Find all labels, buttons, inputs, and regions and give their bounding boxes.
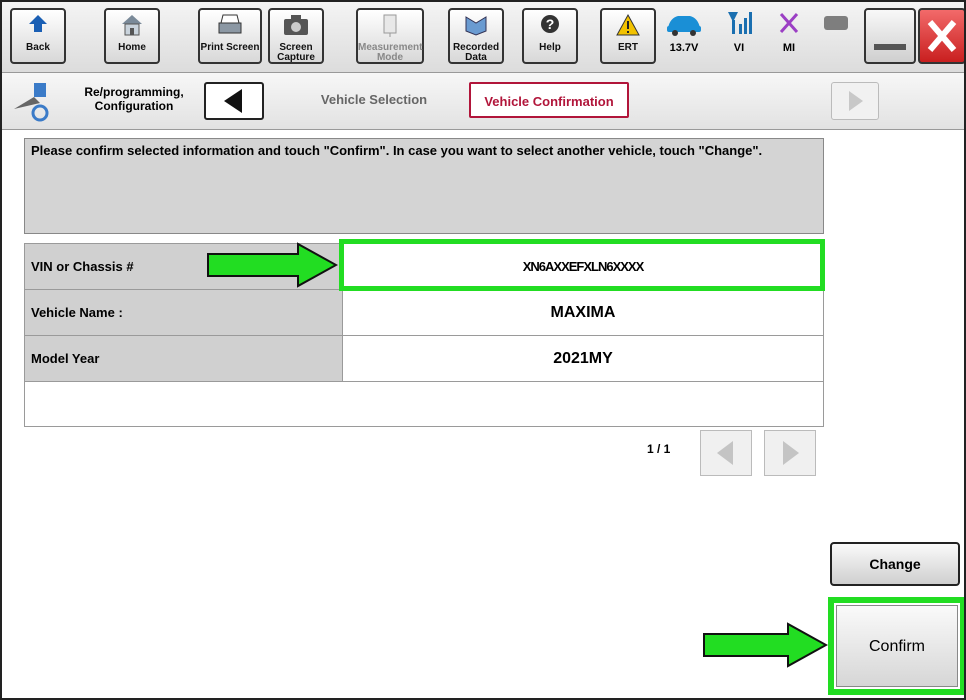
help-label: Help [539,42,561,53]
toolbar: Back Home Print Screen Screen Capture Me… [2,2,964,73]
app-window: Back Home Print Screen Screen Capture Me… [0,0,966,700]
mi-label: MI [782,42,796,54]
signal-icon [724,8,754,42]
vi-status: VI [724,8,754,54]
connection-status [822,8,852,42]
back-button[interactable]: Back [10,8,66,64]
page-prev-button [700,430,752,476]
camera-icon [270,13,322,43]
nav-forward-button [831,82,879,120]
print-screen-button[interactable]: Print Screen [198,8,262,64]
voltage-value: 13.7V [669,42,699,54]
car-icon [662,8,706,42]
recorded-data-label: Recorded Data [452,42,500,63]
recorded-data-icon [450,13,502,43]
battery-status: 13.7V [662,8,706,54]
nav-back-button[interactable] [204,82,264,120]
print-screen-label: Print Screen [200,42,260,53]
vi-label: VI [733,42,745,54]
triangle-left-icon [224,89,242,113]
page-indicator: 1 / 1 [647,442,671,456]
triangle-right-icon [849,91,863,111]
triangle-right-icon [783,441,799,465]
mi-status: MI [774,8,804,54]
home-icon [106,13,158,43]
triangle-left-icon [717,441,733,465]
instruction-message: Please confirm selected information and … [24,138,824,234]
vehicle-name-value: MAXIMA [343,290,823,335]
back-arrow-icon [12,13,64,43]
page-next-button [764,430,816,476]
table-row-empty [24,381,824,427]
minimize-button[interactable] [864,8,916,64]
confirm-button[interactable]: Confirm [836,605,958,687]
close-button[interactable] [918,8,964,64]
screen-capture-label: Screen Capture [277,42,315,63]
confirm-highlight-box: Confirm [828,597,964,695]
vehicle-name-label: Vehicle Name : [25,290,343,335]
vin-highlight-box [339,239,825,291]
status-indicators: 13.7V VI MI [642,8,862,64]
recorded-data-button[interactable]: Recorded Data [448,8,504,64]
breadcrumb: Re/programming, Configuration Vehicle Se… [2,73,964,130]
table-row: Model Year 2021MY [24,335,824,381]
breadcrumb-title: Re/programming, Configuration [84,85,184,113]
help-button[interactable]: ? Help [522,8,578,64]
printer-icon [200,13,260,43]
home-button[interactable]: Home [104,8,160,64]
screen-capture-button[interactable]: Screen Capture [268,8,324,64]
minimize-icon [874,44,906,50]
help-icon: ? [524,13,576,43]
device-icon [822,8,852,42]
table-row: Vehicle Name : MAXIMA [24,289,824,335]
measurement-mode-label: Measurement Mode [358,42,423,63]
change-button[interactable]: Change [830,542,960,586]
model-year-value: 2021MY [343,336,823,381]
disconnected-x-icon [774,8,804,42]
svg-text:?: ? [546,16,555,32]
close-icon [927,20,957,52]
measurement-mode-button[interactable]: Measurement Mode [356,8,424,64]
home-label: Home [118,42,146,53]
measurement-icon [358,13,422,43]
reprogramming-icon [10,81,56,123]
step-vehicle-selection[interactable]: Vehicle Selection [284,82,464,118]
model-year-label: Model Year [25,336,343,381]
vin-arrow-icon [207,242,338,288]
confirm-arrow-icon [703,622,828,668]
back-label: Back [26,42,50,53]
step-vehicle-confirmation: Vehicle Confirmation [469,82,629,118]
